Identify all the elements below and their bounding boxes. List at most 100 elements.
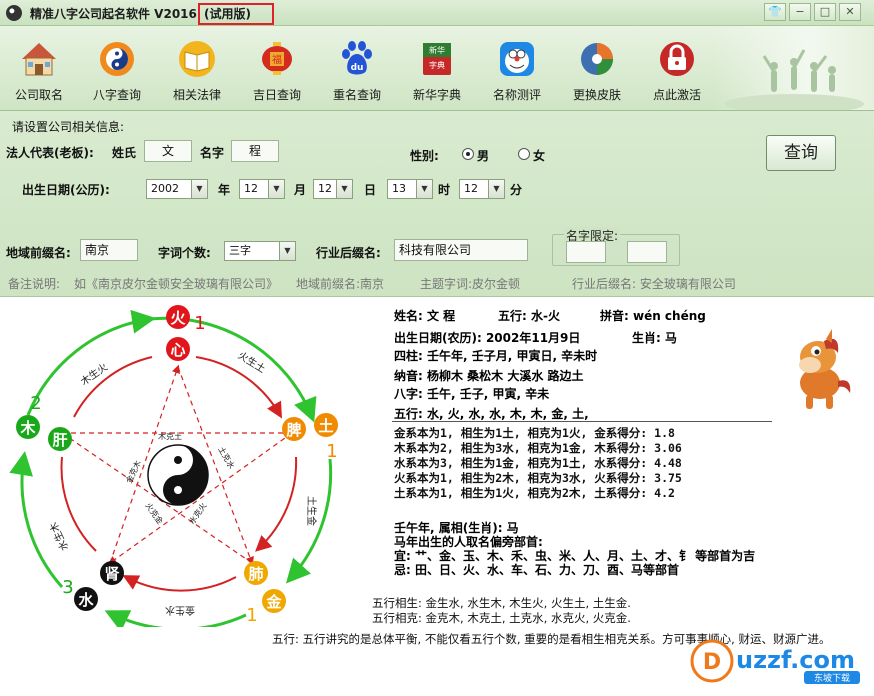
toolbar-bazi-query[interactable]: 八字查询 (80, 30, 154, 106)
label-water-generate-wood: 水生木 (47, 520, 71, 553)
company-info-form: 请设置公司相关信息: 法人代表(老板): 姓氏 文 名字 程 性别: 男 女 查… (0, 110, 874, 296)
month-unit: 月 (294, 183, 307, 197)
skin-shirt-icon[interactable]: 👕 (764, 3, 786, 21)
svg-text:福: 福 (272, 53, 282, 66)
svg-text:水: 水 (78, 591, 94, 609)
day-unit: 日 (364, 183, 377, 197)
toolbar-label: 更换皮肤 (572, 88, 621, 102)
toolbar-change-skin[interactable]: 更换皮肤 (560, 30, 634, 106)
svg-text:心: 心 (170, 341, 185, 359)
result-wuxing: 五行: 水-火 (498, 309, 560, 323)
result-sizhu: 四柱: 壬午年, 壬子月, 甲寅日, 辛未时 (394, 349, 598, 363)
toolbar-xinhua-dictionary[interactable]: 新华 字典 新华字典 (400, 30, 474, 106)
toolbar-label: 八字查询 (92, 88, 141, 102)
svg-text:新华: 新华 (429, 45, 445, 55)
region-label: 地域前缀名: (6, 246, 71, 260)
gender-female-radio[interactable] (518, 148, 530, 160)
label-metal-generate-water: 金生水 (165, 604, 195, 617)
section-title: 请设置公司相关信息: (12, 120, 125, 134)
name-limit-input-1[interactable] (566, 241, 606, 263)
birth-label: 出生日期(公历): (22, 183, 110, 197)
toolbar-duplicate-name[interactable]: du 重名查询 (320, 30, 394, 106)
surname-input[interactable]: 文 (144, 140, 192, 162)
month-select[interactable]: 12 ▼ (239, 179, 285, 199)
note-theme: 主题字词:皮尔金顿 (420, 277, 521, 291)
toolbar-name-evaluation[interactable]: 名称测评 (480, 30, 554, 106)
chevron-down-icon: ▼ (191, 180, 207, 198)
svg-text:土: 土 (318, 417, 333, 435)
year-select[interactable]: 2002 ▼ (146, 179, 208, 199)
doraemon-icon (500, 42, 534, 76)
svg-text:du: du (351, 63, 364, 73)
gender-male-label: 男 (477, 149, 490, 163)
node-wood: 肝 木 2 (16, 393, 72, 451)
label-wood-restrain-earth: 木克土 (158, 431, 182, 441)
five-elements-diagram: 木克土 土克水 水克火 火克金 金克木 木生火 火生土 土生金 金生水 水生木 … (9, 305, 338, 627)
day-select[interactable]: 12 ▼ (313, 179, 353, 199)
house-icon (22, 43, 56, 76)
uzzf-watermark-logo: D uzzf.com 东坡下载 (690, 639, 860, 684)
score-earth: 土系本为1, 相生为1火, 相克为2木, 土系得分: 4.2 (394, 486, 675, 500)
hour-select[interactable]: 13 ▼ (387, 179, 433, 199)
maximize-button[interactable]: □ (814, 3, 836, 21)
node-metal: 肺 金 1 (244, 561, 286, 626)
svg-text:D: D (703, 650, 721, 675)
svg-text:1: 1 (326, 441, 337, 462)
year-value: 2002 (151, 182, 179, 195)
minute-unit: 分 (510, 183, 523, 197)
name-limit-input-2[interactable] (627, 241, 667, 263)
svg-text:2: 2 (30, 393, 41, 414)
day-value: 12 (318, 182, 332, 195)
chevron-down-icon: ▼ (416, 180, 432, 198)
toolbar-decoration (714, 26, 874, 114)
toolbar-company-naming[interactable]: 公司取名 (2, 30, 76, 106)
month-value: 12 (244, 182, 258, 195)
toolbar-label: 吉日查询 (252, 88, 301, 102)
hour-value: 13 (392, 182, 406, 195)
toolbar: 公司取名 八字查询 相关法律 福 吉日查询 du 重名查询 新华 字典 新华字典… (0, 26, 874, 114)
wordcount-value: 三字 (229, 244, 251, 257)
svg-text:1: 1 (246, 605, 257, 626)
region-input[interactable]: 南京 (80, 239, 138, 261)
trial-label: (试用版) (204, 7, 251, 21)
toolbar-label: 公司取名 (14, 88, 63, 102)
divider (392, 421, 772, 422)
label-wood-generate-fire: 木生火 (78, 360, 110, 388)
minimize-button[interactable]: − (789, 3, 811, 21)
label-metal-restrain-wood: 金克木 (124, 459, 143, 485)
baidu-paw-icon: du (342, 41, 372, 75)
close-button[interactable]: ✕ (839, 3, 861, 21)
year-unit: 年 (218, 183, 231, 197)
wordcount-select[interactable]: 三字 ▼ (224, 241, 296, 261)
toolbar-label: 重名查询 (332, 88, 381, 102)
score-wood: 木系本为2, 相生为3水, 相克为1金, 木系得分: 3.06 (394, 441, 682, 455)
toolbar-lucky-day[interactable]: 福 吉日查询 (240, 30, 314, 106)
industry-input[interactable]: 科技有限公司 (394, 239, 528, 261)
toolbar-related-law[interactable]: 相关法律 (160, 30, 234, 106)
result-name: 姓名: 文 程 (394, 309, 456, 323)
toolbar-label: 点此激活 (652, 88, 701, 102)
label-earth-generate-metal: 土生金 (305, 496, 318, 526)
toolbar-label: 新华字典 (412, 88, 461, 102)
svg-text:肝: 肝 (52, 431, 67, 449)
wordcount-label: 字词个数: (158, 246, 211, 260)
minute-select[interactable]: 12 ▼ (459, 179, 505, 199)
chevron-down-icon: ▼ (336, 180, 352, 198)
title-bar: 精准八字公司起名软件 V2016 (试用版) 👕 − □ ✕ (0, 0, 874, 26)
result-wuxing-list: 五行: 水, 火, 水, 水, 木, 木, 金, 土, (394, 407, 589, 421)
svg-text:肺: 肺 (248, 565, 263, 583)
result-nayin: 纳音: 杨柳木 桑松木 大溪水 路边土 (394, 369, 584, 383)
minute-value: 12 (464, 182, 478, 195)
node-earth: 脾 土 1 (282, 413, 338, 462)
query-button[interactable]: 查询 (766, 135, 836, 171)
score-water: 水系本为3, 相生为1金, 相克为1土, 水系得分: 4.48 (394, 456, 682, 470)
zodiac-bad-radicals: 忌: 田、日、火、水、车、石、力、刀、酉、马等部首 (394, 563, 679, 577)
given-name-input[interactable]: 程 (231, 140, 279, 162)
toolbar-activate[interactable]: 点此激活 (640, 30, 714, 106)
gender-male-radio[interactable] (462, 148, 474, 160)
svg-text:金: 金 (265, 593, 282, 611)
yin-yang-icon (147, 444, 209, 506)
toolbar-label: 名称测评 (492, 88, 541, 102)
svg-text:肾: 肾 (104, 565, 119, 583)
name-label: 名字 (200, 146, 225, 160)
